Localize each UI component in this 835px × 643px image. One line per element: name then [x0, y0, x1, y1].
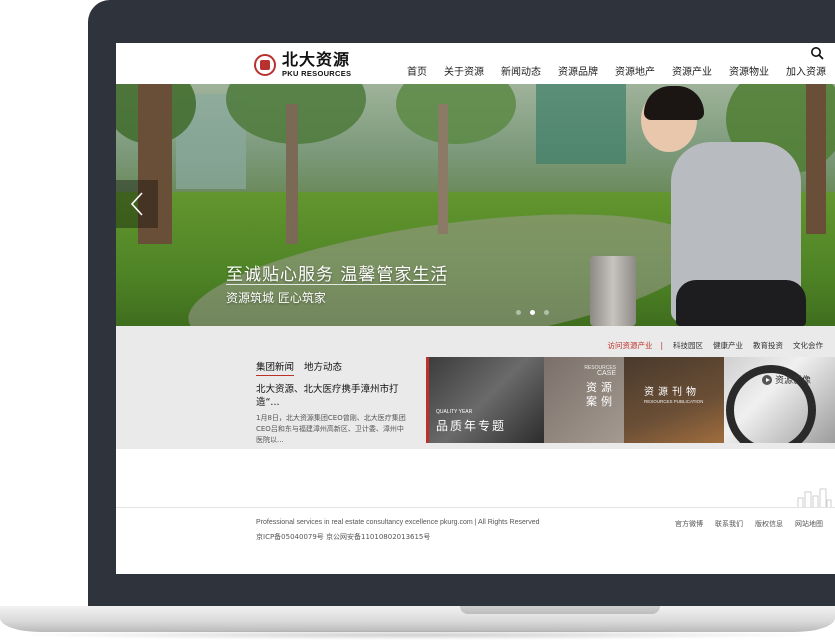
logo-seal-icon — [254, 54, 276, 76]
quality-year-tile[interactable]: QUALITY YEAR 品质年专题 — [426, 357, 544, 443]
tile-accent-bar — [426, 357, 429, 443]
news-tabs: 集团新闻 地方动态 — [256, 359, 352, 376]
resources-case-title: 资源案例 — [586, 381, 616, 408]
hero-tree — [286, 104, 298, 244]
footer-copyright: Professional services in real estate con… — [256, 519, 540, 526]
resources-case-en: RESOURCES CASE — [574, 365, 616, 377]
nav-item-news[interactable]: 新闻动态 — [501, 63, 541, 78]
footer-divider — [116, 507, 835, 508]
laptop-shadow — [10, 630, 825, 640]
nav-item-join[interactable]: 加入资源 — [786, 63, 826, 78]
main-nav: 首页 关于资源 新闻动态 资源品牌 资源地产 资源产业 资源物业 加入资源 — [407, 63, 835, 78]
logo[interactable]: 北大资源 PKU RESOURCES — [254, 51, 351, 79]
resources-video-text: 资源影像 — [775, 376, 812, 386]
footer-link-copyright[interactable]: 版权信息 — [755, 519, 783, 529]
website-screen: 北大资源 PKU RESOURCES 首页 关于资源 新闻动态 资源品牌 资源地… — [116, 43, 835, 574]
tab-group-news[interactable]: 集团新闻 — [256, 359, 295, 376]
category-link-health[interactable]: 健康产业 — [713, 340, 743, 351]
category-link-tech-park[interactable]: 科技园区 — [673, 340, 703, 351]
hero-title: 至诚贴心服务 温馨管家生活 — [226, 265, 449, 285]
resources-publication-en: RESOURCES PUBLICATION — [644, 399, 704, 404]
play-icon — [762, 374, 772, 385]
hero-pagination — [516, 310, 558, 315]
hero-subtitle: 资源筑城 匠心筑家 — [226, 291, 326, 305]
category-link-culture[interactable]: 文化会作 — [793, 340, 823, 351]
hero-tree — [806, 84, 826, 234]
logo-en-text: PKU RESOURCES — [282, 69, 352, 79]
footer-link-contact[interactable]: 联系我们 — [715, 519, 743, 529]
skyline-icon — [797, 488, 832, 508]
category-separator: | — [660, 341, 663, 350]
hero-person-legs — [676, 280, 806, 326]
nav-item-industry[interactable]: 资源产业 — [672, 63, 712, 78]
footer-icp: 京ICP备05040079号 京公网安备11010802013615号 — [256, 533, 431, 541]
resources-publication-title: 资源刊物 — [644, 387, 700, 398]
hero-dot[interactable] — [544, 310, 549, 315]
resources-case-tile[interactable]: RESOURCES CASE 资源案例 — [544, 357, 624, 443]
search-icon[interactable] — [810, 46, 824, 60]
resources-publication-tile[interactable]: 资源刊物 RESOURCES PUBLICATION — [624, 357, 724, 443]
nav-item-about[interactable]: 关于资源 — [444, 63, 484, 78]
hero-bollard — [590, 256, 636, 326]
news-headline[interactable]: 北大资源、北大医疗携手漳州市打造“... — [256, 383, 406, 409]
hero-prev-button[interactable] — [116, 180, 158, 228]
nav-item-brand[interactable]: 资源品牌 — [558, 63, 598, 78]
hero-dot-active[interactable] — [530, 310, 535, 315]
logo-cn-text: 北大资源 — [282, 50, 351, 70]
nav-item-realestate[interactable]: 资源地产 — [615, 63, 655, 78]
hero-banner: 至诚贴心服务 温馨管家生活 资源筑城 匠心筑家 — [116, 84, 835, 326]
news-summary: 1月8日，北大资源集团CEO曾刚、北大医疗集团CEO吕和东与福建漳州高新区、卫计… — [256, 414, 406, 444]
category-link-education[interactable]: 教育投资 — [753, 340, 783, 351]
laptop-base — [0, 606, 835, 632]
laptop-notch — [460, 606, 660, 614]
quality-year-title: 品质年专题 — [436, 419, 507, 433]
quality-year-en: QUALITY YEAR — [436, 409, 473, 415]
category-links: 访问资源产业 | 科技园区 健康产业 教育投资 文化会作 — [597, 340, 823, 351]
hero-tree — [438, 104, 448, 234]
chevron-left-icon — [130, 192, 143, 216]
nav-item-property[interactable]: 资源物业 — [729, 63, 769, 78]
hero-building — [536, 84, 626, 164]
header: 北大资源 PKU RESOURCES 首页 关于资源 新闻动态 资源品牌 资源地… — [116, 43, 835, 84]
hero-dot[interactable] — [516, 310, 521, 315]
tab-local-news[interactable]: 地方动态 — [304, 359, 342, 376]
footer-link-weibo[interactable]: 官方微博 — [675, 519, 703, 529]
nav-item-home[interactable]: 首页 — [407, 63, 427, 78]
footer-links: 官方微博 联系我们 版权信息 网站地图 — [663, 519, 823, 529]
category-link-industry[interactable]: 访问资源产业 — [607, 340, 652, 351]
resources-video-tile[interactable]: 资源影像 — [724, 357, 835, 443]
footer-link-sitemap[interactable]: 网站地图 — [795, 519, 823, 529]
resources-case-en-line2: CASE — [596, 370, 616, 377]
resources-video-label: 资源影像 — [762, 373, 811, 386]
hero-divider — [226, 284, 446, 285]
